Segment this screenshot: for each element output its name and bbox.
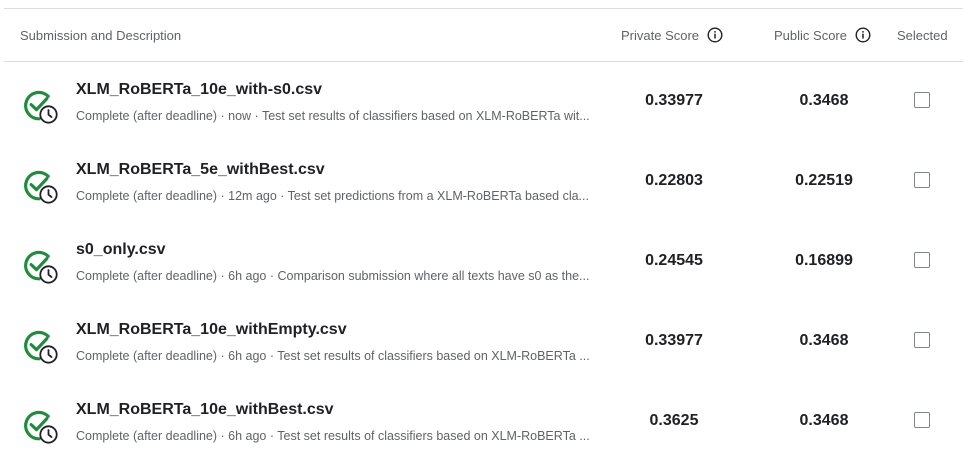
submission-description: Complete (after deadline) · 6h ago · Com… <box>76 269 590 283</box>
submission-name[interactable]: XLM_RoBERTa_10e_withEmpty.csv <box>76 321 347 339</box>
private-score: 0.22803 <box>645 172 703 189</box>
public-score: 0.22519 <box>795 172 853 189</box>
selected-checkbox[interactable] <box>914 412 930 428</box>
selected-checkbox[interactable] <box>914 332 930 348</box>
submission-name[interactable]: XLM_RoBERTa_5e_withBest.csv <box>76 161 325 179</box>
submission-description: Complete (after deadline) · 6h ago · Tes… <box>76 349 590 363</box>
public-score: 0.3468 <box>799 412 849 429</box>
header-public-score: Public Score <box>774 9 871 61</box>
public-score: 0.3468 <box>799 92 849 109</box>
selected-checkbox[interactable] <box>914 172 930 188</box>
submission-row: XLM_RoBERTa_10e_withEmpty.csv Complete (… <box>4 302 963 382</box>
header-description-label: Submission and Description <box>20 27 182 43</box>
submission-row: XLM_RoBERTa_5e_withBest.csv Complete (af… <box>4 142 963 222</box>
selected-checkbox[interactable] <box>914 252 930 268</box>
public-score: 0.16899 <box>795 252 853 269</box>
private-score: 0.3625 <box>649 412 699 429</box>
submission-name[interactable]: XLM_RoBERTa_10e_withBest.csv <box>76 401 334 419</box>
private-score: 0.33977 <box>645 332 703 349</box>
submission-list: XLM_RoBERTa_10e_with-s0.csv Complete (af… <box>4 62 963 462</box>
header-private-score: Private Score <box>621 9 723 61</box>
submissions-table: Submission and Description Private Score… <box>4 8 963 462</box>
submission-description: Complete (after deadline) · now · Test s… <box>76 109 590 123</box>
selected-checkbox[interactable] <box>914 92 930 108</box>
check-with-clock-icon <box>20 326 60 366</box>
private-score: 0.33977 <box>645 92 703 109</box>
check-with-clock-icon <box>20 406 60 446</box>
private-score: 0.24545 <box>645 252 703 269</box>
submission-description: Complete (after deadline) · 12m ago · Te… <box>76 189 589 203</box>
header-selected: Selected <box>897 9 948 61</box>
submission-row: XLM_RoBERTa_10e_withBest.csv Complete (a… <box>4 382 963 462</box>
submission-row: s0_only.csv Complete (after deadline) · … <box>4 222 963 302</box>
public-score: 0.3468 <box>799 332 849 349</box>
check-with-clock-icon <box>20 86 60 126</box>
submission-name[interactable]: XLM_RoBERTa_10e_with-s0.csv <box>76 81 322 99</box>
submission-row: XLM_RoBERTa_10e_with-s0.csv Complete (af… <box>4 62 963 142</box>
check-with-clock-icon <box>20 166 60 206</box>
submission-description: Complete (after deadline) · 6h ago · Tes… <box>76 429 590 443</box>
info-icon[interactable] <box>855 27 871 43</box>
check-with-clock-icon <box>20 246 60 286</box>
table-header: Submission and Description Private Score… <box>4 9 963 62</box>
header-private-score-label: Private Score <box>621 27 700 43</box>
info-icon[interactable] <box>707 27 723 43</box>
submission-name[interactable]: s0_only.csv <box>76 241 166 259</box>
header-public-score-label: Public Score <box>774 27 847 43</box>
header-selected-label: Selected <box>897 27 948 43</box>
header-description: Submission and Description <box>20 9 181 61</box>
